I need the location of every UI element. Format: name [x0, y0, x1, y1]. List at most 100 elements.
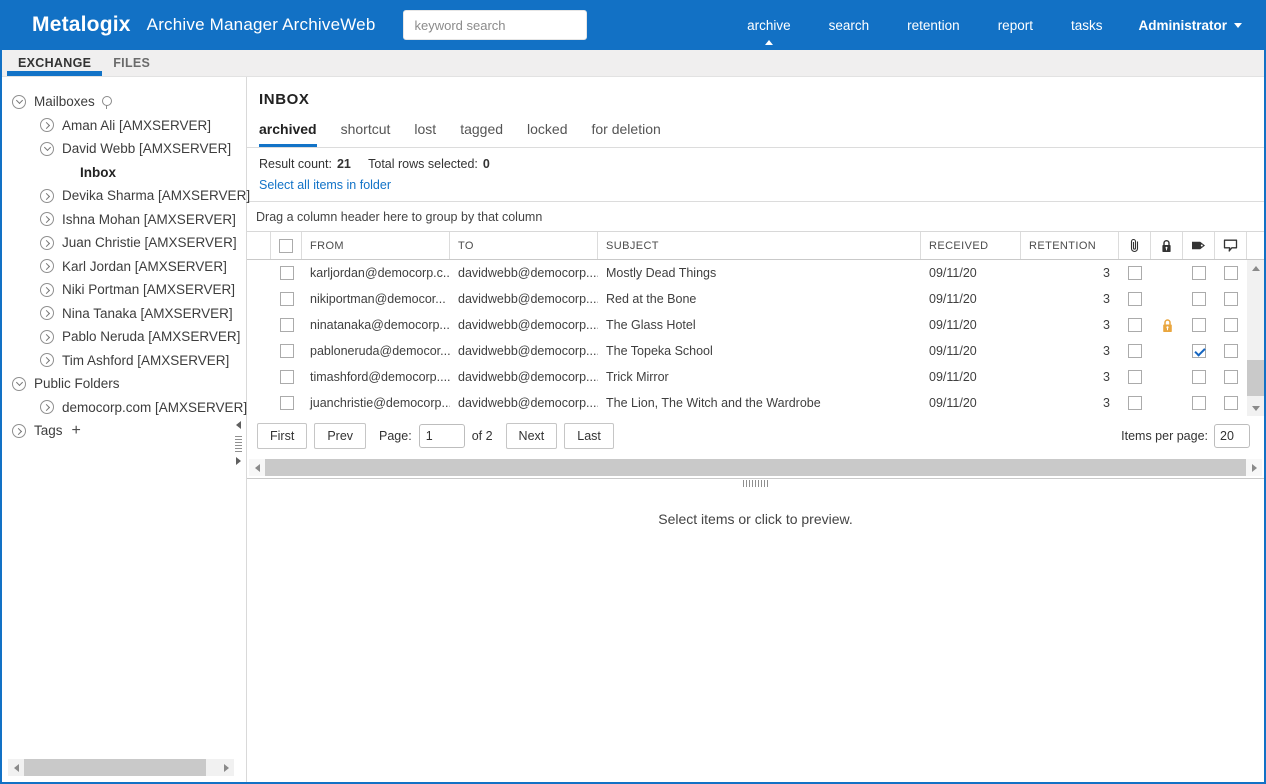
- nav-retention[interactable]: retention: [905, 14, 962, 37]
- collapse-icon[interactable]: [40, 329, 54, 344]
- expand-right-icon[interactable]: [235, 457, 241, 465]
- page-number-input[interactable]: [418, 424, 465, 448]
- tree-item-devika-sharma[interactable]: Devika Sharma [AMXSERVER]: [2, 184, 250, 208]
- attachment-checkbox[interactable]: [1128, 370, 1142, 384]
- collapse-icon[interactable]: [40, 188, 54, 203]
- tag-checkbox[interactable]: [1192, 370, 1206, 384]
- row-checkbox[interactable]: [279, 396, 294, 410]
- comment-checkbox[interactable]: [1224, 292, 1238, 306]
- expand-icon[interactable]: [12, 376, 26, 391]
- last-page-button[interactable]: Last: [564, 423, 614, 449]
- scrollbar-thumb[interactable]: [1247, 360, 1264, 396]
- table-row[interactable]: ninatanaka@democorp.... davidwebb@democo…: [247, 312, 1247, 338]
- tag-checkbox[interactable]: [1192, 344, 1206, 358]
- collapse-icon[interactable]: [40, 118, 54, 133]
- user-menu[interactable]: Administrator: [1138, 18, 1242, 33]
- next-page-button[interactable]: Next: [505, 423, 558, 449]
- tab-exchange[interactable]: EXCHANGE: [7, 50, 103, 76]
- column-header-to[interactable]: TO: [450, 232, 598, 259]
- nav-tasks[interactable]: tasks: [1069, 14, 1105, 37]
- sidebar-splitter-handle[interactable]: [233, 421, 243, 469]
- add-tag-icon[interactable]: +: [72, 422, 81, 439]
- tree-item-niki-portman[interactable]: Niki Portman [AMXSERVER]: [2, 278, 246, 302]
- first-page-button[interactable]: First: [257, 423, 308, 449]
- items-per-page-input[interactable]: [1214, 424, 1250, 448]
- collapse-icon[interactable]: [40, 259, 54, 274]
- tab-archived[interactable]: archived: [259, 121, 317, 147]
- tab-tagged[interactable]: tagged: [460, 121, 503, 147]
- row-checkbox[interactable]: [279, 292, 294, 306]
- collapse-icon[interactable]: [40, 353, 54, 368]
- splitter-grip[interactable]: [234, 434, 242, 452]
- column-header-tag[interactable]: [1183, 232, 1215, 259]
- tree-item-tags[interactable]: Tags +: [2, 419, 246, 443]
- nav-report[interactable]: report: [996, 14, 1035, 37]
- attachment-checkbox[interactable]: [1128, 292, 1142, 306]
- tag-checkbox[interactable]: [1192, 318, 1206, 332]
- pin-icon[interactable]: [101, 95, 112, 109]
- tag-checkbox[interactable]: [1192, 396, 1206, 410]
- nav-search[interactable]: search: [827, 14, 872, 37]
- row-checkbox[interactable]: [279, 370, 294, 384]
- row-checkbox[interactable]: [279, 344, 294, 358]
- grid-horizontal-scrollbar[interactable]: [249, 459, 1262, 476]
- tab-locked[interactable]: locked: [527, 121, 567, 147]
- attachment-checkbox[interactable]: [1128, 344, 1142, 358]
- grid-vertical-scrollbar[interactable]: [1247, 260, 1264, 416]
- select-all-checkbox-header[interactable]: [271, 232, 302, 259]
- scroll-left-button[interactable]: [8, 759, 24, 776]
- prev-page-button[interactable]: Prev: [314, 423, 367, 449]
- tab-shortcut[interactable]: shortcut: [341, 121, 391, 147]
- table-row[interactable]: juanchristie@democorp.... davidwebb@demo…: [247, 390, 1247, 416]
- keyword-search-input[interactable]: [403, 10, 588, 40]
- tree-item-david-webb[interactable]: David Webb [AMXSERVER]: [2, 137, 246, 161]
- header-checkbox[interactable]: [279, 238, 293, 253]
- scroll-right-button[interactable]: [218, 759, 234, 776]
- attachment-checkbox[interactable]: [1128, 318, 1142, 332]
- tree-item-public-folders[interactable]: Public Folders: [2, 372, 246, 396]
- collapse-icon[interactable]: [40, 212, 54, 227]
- scroll-up-button[interactable]: [1247, 260, 1264, 276]
- comment-checkbox[interactable]: [1224, 396, 1238, 410]
- tree-item-democorp[interactable]: democorp.com [AMXSERVER]: [2, 396, 247, 420]
- column-header-attachment[interactable]: [1119, 232, 1151, 259]
- scroll-left-button[interactable]: [249, 459, 265, 476]
- splitter-grip[interactable]: [742, 479, 769, 487]
- tree-item-inbox[interactable]: Inbox: [2, 161, 246, 185]
- select-all-items-link[interactable]: Select all items in folder: [259, 178, 1252, 192]
- tree-item-aman-ali[interactable]: Aman Ali [AMXSERVER]: [2, 114, 246, 138]
- table-row[interactable]: karljordan@democorp.c... davidwebb@democ…: [247, 260, 1247, 286]
- tree-item-ishna-mohan[interactable]: Ishna Mohan [AMXSERVER]: [2, 208, 246, 232]
- row-checkbox[interactable]: [279, 318, 294, 332]
- collapse-icon[interactable]: [40, 400, 54, 415]
- sidebar-horizontal-scrollbar[interactable]: [8, 759, 234, 776]
- column-header-comment[interactable]: [1215, 232, 1247, 259]
- comment-checkbox[interactable]: [1224, 318, 1238, 332]
- expand-icon[interactable]: [12, 94, 26, 109]
- table-row[interactable]: pabloneruda@democor... davidwebb@democor…: [247, 338, 1247, 364]
- collapse-icon[interactable]: [40, 282, 54, 297]
- table-row[interactable]: nikiportman@democor... davidwebb@democor…: [247, 286, 1247, 312]
- tree-item-nina-tanaka[interactable]: Nina Tanaka [AMXSERVER]: [2, 302, 246, 326]
- column-header-retention[interactable]: RETENTION: [1021, 232, 1119, 259]
- tab-lost[interactable]: lost: [414, 121, 436, 147]
- comment-checkbox[interactable]: [1224, 266, 1238, 280]
- tag-checkbox[interactable]: [1192, 292, 1206, 306]
- collapse-icon[interactable]: [40, 306, 54, 321]
- tree-item-karl-jordan[interactable]: Karl Jordan [AMXSERVER]: [2, 255, 246, 279]
- tab-files[interactable]: FILES: [102, 50, 161, 76]
- tree-item-juan-christie[interactable]: Juan Christie [AMXSERVER]: [2, 231, 246, 255]
- scroll-right-button[interactable]: [1246, 459, 1262, 476]
- scrollbar-thumb[interactable]: [265, 459, 1246, 476]
- tree-item-pablo-neruda[interactable]: Pablo Neruda [AMXSERVER]: [2, 325, 246, 349]
- collapse-left-icon[interactable]: [235, 421, 241, 429]
- tag-checkbox[interactable]: [1192, 266, 1206, 280]
- column-header-lock[interactable]: [1151, 232, 1183, 259]
- comment-checkbox[interactable]: [1224, 370, 1238, 384]
- nav-archive[interactable]: archive: [745, 14, 793, 45]
- collapse-icon[interactable]: [40, 235, 54, 250]
- tab-for-deletion[interactable]: for deletion: [592, 121, 661, 147]
- collapse-icon[interactable]: [12, 423, 26, 438]
- column-header-subject[interactable]: SUBJECT: [598, 232, 921, 259]
- group-by-bar[interactable]: Drag a column header here to group by th…: [247, 202, 1264, 232]
